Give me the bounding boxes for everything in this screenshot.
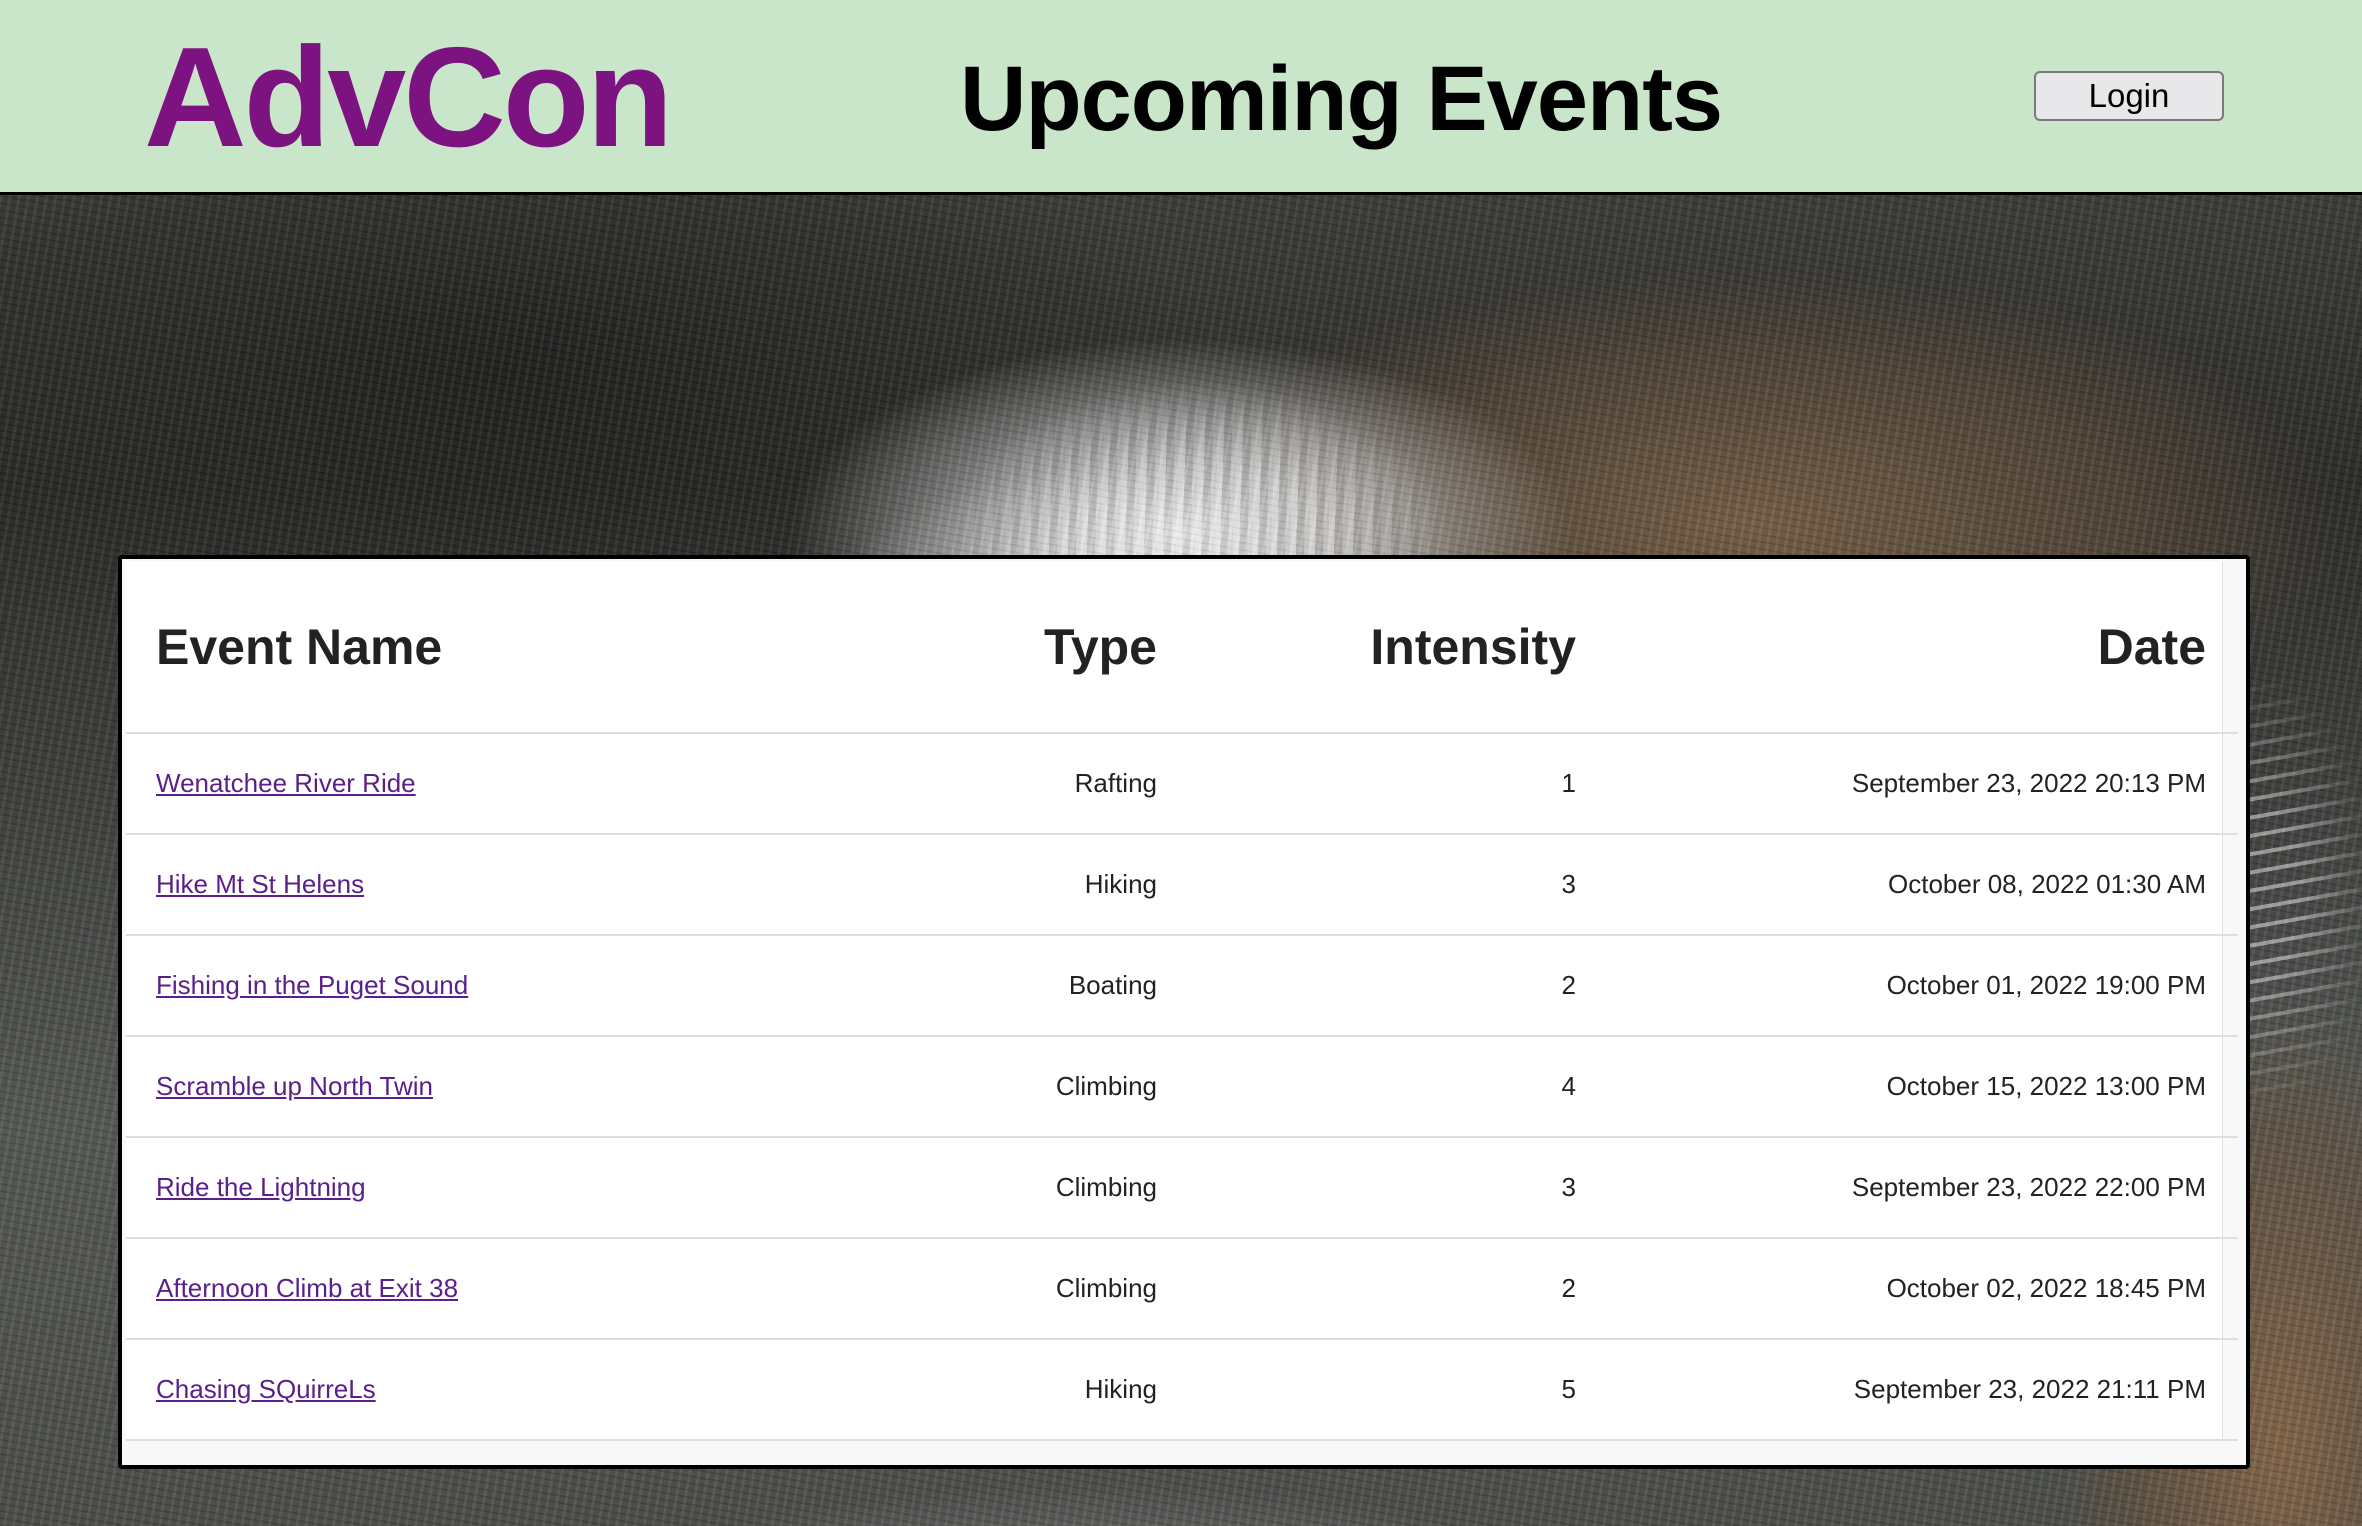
- table-row: Wenatchee River Ride Rafting 1 September…: [126, 733, 2238, 834]
- event-type-cell: Hiking: [1084, 869, 1157, 899]
- event-date-cell: September 23, 2022 22:00 PM: [1851, 1172, 2206, 1202]
- table-row: Scramble up North Twin Climbing 4 Octobe…: [126, 1036, 2238, 1137]
- table-row: Ride the Lightning Climbing 3 September …: [126, 1137, 2238, 1238]
- event-intensity-cell: 3: [1561, 1172, 1576, 1202]
- event-date-cell: September 23, 2022 21:11 PM: [1853, 1374, 2206, 1404]
- event-link[interactable]: Wenatchee River Ride: [156, 768, 416, 798]
- event-name-cell: Wenatchee River Ride: [126, 733, 826, 834]
- event-intensity-cell: 2: [1561, 970, 1576, 1000]
- column-header-intensity: Intensity: [1370, 618, 1576, 675]
- table-row: Hike Mt St Helens Hiking 3 October 08, 2…: [126, 834, 2238, 935]
- event-date-cell: October 01, 2022 19:00 PM: [1886, 970, 2206, 1000]
- event-intensity-cell: 2: [1561, 1273, 1576, 1303]
- column-header-type: Type: [1044, 618, 1157, 675]
- event-date-cell: October 15, 2022 13:00 PM: [1886, 1071, 2206, 1101]
- site-logo[interactable]: AdvCon: [144, 18, 673, 178]
- event-name-cell: Hike Mt St Helens: [126, 834, 826, 935]
- page: AdvCon Upcoming Events Login Event Name …: [0, 0, 2362, 1526]
- event-intensity-cell: 5: [1561, 1374, 1576, 1404]
- event-name-cell: Afternoon Climb at Exit 38: [126, 1238, 826, 1339]
- header-row: Event Name Type Intensity Date: [126, 561, 2238, 733]
- event-link[interactable]: Ride the Lightning: [156, 1172, 366, 1202]
- table-row: Fishing in the Puget Sound Boating 2 Oct…: [126, 935, 2238, 1036]
- event-type-cell: Boating: [1068, 970, 1157, 1000]
- events-table-container: Event Name Type Intensity Date Wenatchee…: [126, 561, 2238, 1441]
- event-name-cell: Chasing SQuirreLs: [126, 1339, 826, 1440]
- site-header: AdvCon Upcoming Events Login: [0, 0, 2362, 195]
- event-type-cell: Rafting: [1074, 768, 1157, 798]
- event-intensity-cell: 1: [1561, 768, 1576, 798]
- event-type-cell: Climbing: [1055, 1172, 1157, 1202]
- event-intensity-cell: 4: [1561, 1071, 1576, 1101]
- event-link[interactable]: Hike Mt St Helens: [156, 869, 364, 899]
- column-header-date: Date: [2097, 618, 2206, 675]
- page-title: Upcoming Events: [960, 48, 1723, 150]
- events-table: Event Name Type Intensity Date Wenatchee…: [126, 561, 2238, 1441]
- event-type-cell: Hiking: [1084, 1374, 1157, 1404]
- events-card: Event Name Type Intensity Date Wenatchee…: [118, 555, 2250, 1469]
- events-table-body: Wenatchee River Ride Rafting 1 September…: [126, 733, 2238, 1440]
- event-name-cell: Ride the Lightning: [126, 1137, 826, 1238]
- event-name-cell: Scramble up North Twin: [126, 1036, 826, 1137]
- table-row: Chasing SQuirreLs Hiking 5 September 23,…: [126, 1339, 2238, 1440]
- event-type-cell: Climbing: [1055, 1273, 1157, 1303]
- login-button[interactable]: Login: [2034, 71, 2224, 121]
- event-link[interactable]: Fishing in the Puget Sound: [156, 970, 468, 1000]
- event-link[interactable]: Chasing SQuirreLs: [156, 1374, 376, 1404]
- column-header-event-name: Event Name: [156, 618, 443, 675]
- event-date-cell: October 02, 2022 18:45 PM: [1886, 1273, 2206, 1303]
- event-date-cell: September 23, 2022 20:13 PM: [1851, 768, 2206, 798]
- event-date-cell: October 08, 2022 01:30 AM: [1888, 869, 2206, 899]
- event-type-cell: Climbing: [1055, 1071, 1157, 1101]
- table-row: Afternoon Climb at Exit 38 Climbing 2 Oc…: [126, 1238, 2238, 1339]
- event-name-cell: Fishing in the Puget Sound: [126, 935, 826, 1036]
- event-intensity-cell: 3: [1561, 869, 1576, 899]
- events-table-header: Event Name Type Intensity Date: [126, 561, 2238, 733]
- event-link[interactable]: Afternoon Climb at Exit 38: [156, 1273, 458, 1303]
- event-link[interactable]: Scramble up North Twin: [156, 1071, 433, 1101]
